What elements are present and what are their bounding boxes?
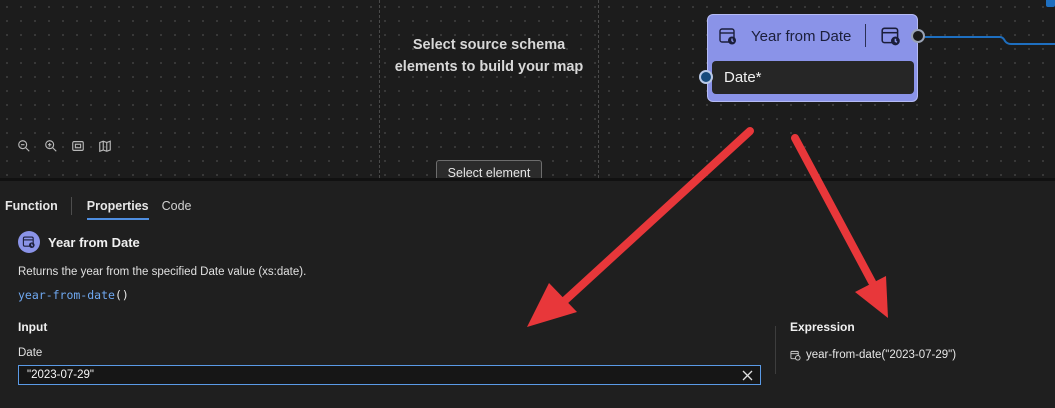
expression-heading: Expression: [790, 320, 855, 334]
pane-divider-right: [598, 0, 599, 178]
expression-value: year-from-date("2023-07-29"): [806, 349, 957, 361]
function-node[interactable]: Year from Date Date*: [707, 14, 918, 102]
function-node-input-label: Date*: [724, 69, 762, 86]
function-signature-parens: (): [114, 288, 129, 302]
date-input-field[interactable]: [18, 365, 761, 385]
expression-row: year-from-date("2023-07-29"): [790, 349, 956, 361]
calendar-clock-icon: [790, 350, 801, 361]
connection-wire: [925, 36, 1055, 45]
mapper-canvas[interactable]: Select source schema elements to build y…: [0, 0, 1055, 178]
calendar-clock-icon: [18, 231, 40, 253]
function-node-input-row[interactable]: Date*: [712, 61, 914, 94]
calendar-clock-icon[interactable]: [880, 25, 902, 47]
close-icon[interactable]: [738, 367, 756, 383]
fit-to-screen-icon[interactable]: [68, 136, 87, 155]
canvas-zoom-controls: [14, 136, 114, 155]
tab-code[interactable]: Code: [162, 199, 192, 213]
section-divider: [775, 326, 776, 374]
target-node-edge: [1046, 0, 1055, 7]
output-port[interactable]: [911, 29, 925, 43]
function-node-title: Year from Date: [751, 28, 852, 45]
input-section-heading: Input: [18, 320, 48, 334]
panel-heading-function: Function: [5, 199, 58, 213]
properties-panel: Function Properties Code Year from Date …: [0, 178, 1055, 408]
function-description: Returns the year from the specified Date…: [18, 266, 307, 278]
select-element-button[interactable]: Select element: [436, 160, 542, 178]
map-icon[interactable]: [95, 136, 114, 155]
tab-divider: [70, 197, 72, 215]
zoom-in-icon[interactable]: [41, 136, 60, 155]
calendar-clock-icon: [719, 28, 736, 45]
empty-source-message: Select source schema elements to build y…: [394, 37, 584, 75]
function-signature-name: year-from-date: [18, 288, 115, 302]
pane-divider-left: [379, 0, 380, 178]
tab-properties[interactable]: Properties: [86, 199, 149, 220]
date-input-label: Date: [18, 347, 43, 359]
panel-tabs: Function Properties Code: [0, 195, 192, 220]
function-node-header: Year from Date: [708, 15, 917, 59]
node-header-divider: [865, 24, 866, 47]
function-signature: year-from-date(): [18, 288, 129, 302]
function-name: Year from Date: [48, 234, 140, 250]
input-port[interactable]: [699, 70, 713, 84]
zoom-out-icon[interactable]: [14, 136, 33, 155]
function-header: Year from Date: [18, 231, 140, 253]
